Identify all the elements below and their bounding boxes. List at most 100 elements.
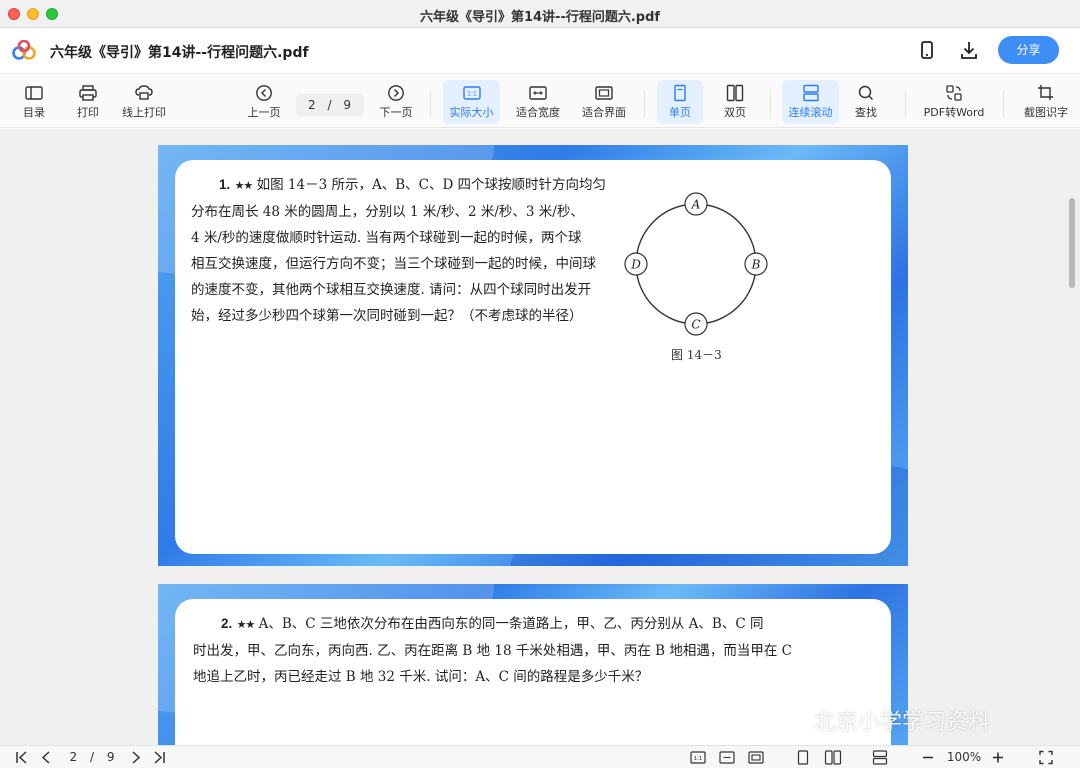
screenshot-ocr-button[interactable]: 截图识字: [1016, 80, 1076, 124]
search-icon: [858, 85, 874, 101]
single-page-icon: [674, 84, 686, 102]
toc-button[interactable]: 目录: [14, 80, 54, 124]
fullscreen-button[interactable]: [1038, 749, 1054, 766]
difficulty-stars: ★★: [234, 179, 254, 192]
document-name: 六年级《导引》第14讲--行程问题六.pdf: [50, 45, 309, 61]
fit-width-small-button[interactable]: [718, 749, 736, 766]
title-bar: 六年级《导引》第14讲--行程问题六.pdf: [0, 0, 1080, 28]
bottom-total-pages: 9: [106, 750, 115, 764]
prev-page-label: 上一页: [247, 106, 281, 119]
chevron-right-icon: [132, 751, 141, 764]
find-button[interactable]: 查找: [848, 80, 884, 124]
single-page-button[interactable]: 单页: [657, 80, 703, 124]
continuous-scroll-icon: [802, 84, 819, 102]
watermark-text: 北京小学学习资料: [814, 710, 991, 735]
single-page-icon: [797, 750, 809, 765]
print-button[interactable]: 打印: [68, 80, 108, 124]
continuous-scroll-label: 连续滚动: [788, 106, 833, 119]
question-line: 地追上乙时，丙已经走过 B 地 32 千米. 试问：A、C 间的路程是多少千米？: [193, 669, 649, 685]
toc-icon: [25, 86, 43, 100]
fit-page-icon: [748, 751, 764, 764]
next-page-small-button[interactable]: [128, 749, 144, 766]
page-separator: /: [327, 98, 333, 112]
prev-page-button[interactable]: 上一页: [243, 80, 285, 124]
double-page-label: 双页: [724, 106, 746, 119]
bottom-bar: 2 / 9 1:1 100%: [0, 745, 1080, 768]
fit-page-icon: [595, 86, 613, 100]
toolbar-divider: [770, 90, 771, 118]
next-page-label: 下一页: [379, 106, 413, 119]
minus-icon: [923, 756, 933, 759]
double-page-button[interactable]: 双页: [713, 80, 757, 124]
zoom-in-button[interactable]: [991, 749, 1005, 766]
total-page-count: 9: [343, 98, 352, 112]
pdf-to-word-button[interactable]: PDF转Word: [918, 80, 990, 124]
cloud-print-icon: [135, 85, 153, 100]
continuous-scroll-icon: [872, 750, 888, 765]
last-page-button[interactable]: [151, 749, 167, 766]
first-page-icon: [16, 751, 27, 764]
toolbar-divider: [1003, 90, 1004, 118]
single-page-label: 单页: [669, 106, 691, 119]
first-page-button[interactable]: [14, 749, 30, 766]
actual-size-label: 实际大小: [449, 106, 494, 119]
actual-size-button[interactable]: 1:1 实际大小: [443, 80, 500, 124]
online-print-button[interactable]: 线上打印: [118, 80, 170, 124]
fit-page-label: 适合界面: [582, 106, 626, 119]
bottom-page-separator: /: [89, 750, 95, 764]
ball-label-b: B: [751, 258, 761, 272]
fit-page-small-button[interactable]: [747, 749, 765, 766]
question-line: 始，经过多少秒四个球第一次同时碰到一起？（不考虑球的半径）: [191, 308, 583, 324]
plus-icon: [993, 752, 1003, 763]
figure-caption: 图 14－3: [671, 348, 722, 362]
question-line: A、B、C 三地依次分布在由西向东的同一条道路上，甲、乙、丙分别从 A、B、C …: [258, 616, 764, 632]
mobile-phone-icon[interactable]: [916, 39, 938, 61]
wechat-icon: [781, 712, 808, 734]
printer-icon: [79, 85, 97, 101]
fit-page-button[interactable]: 适合界面: [576, 80, 632, 124]
download-icon[interactable]: [958, 39, 980, 61]
pdf-page: 1. ★★ 如图 14－3 所示，A、B、C、D 四个球按顺时针方向均匀 分布在…: [158, 145, 908, 566]
toolbar: 目录 打印 线上打印 上一页 2 / 9 下一页 1:1 实际大小 适合宽度 适…: [0, 74, 1080, 128]
prev-page-small-button[interactable]: [38, 749, 54, 766]
question-text: 2. ★★ A、B、C 三地依次分布在由西向东的同一条道路上，甲、乙、丙分别从 …: [193, 611, 819, 690]
actual-size-icon: 1:1: [690, 751, 706, 764]
fit-width-icon: [529, 86, 547, 100]
question-number: 1.: [219, 177, 231, 192]
question-card: 1. ★★ 如图 14－3 所示，A、B、C、D 四个球按顺时针方向均匀 分布在…: [175, 160, 891, 554]
share-button[interactable]: 分享: [998, 36, 1059, 64]
zoom-out-button[interactable]: [921, 749, 935, 766]
chevron-left-circle-icon: [256, 85, 272, 101]
current-page-number: 2: [308, 98, 317, 112]
question-line: 4 米/秒的速度做顺时针运动. 当有两个球碰到一起的时候，两个球: [191, 230, 582, 246]
double-page-small-button[interactable]: [823, 749, 843, 766]
print-label: 打印: [77, 106, 99, 119]
toolbar-divider: [644, 90, 645, 118]
page-number-input[interactable]: 2 / 9: [296, 94, 364, 116]
fit-width-button[interactable]: 适合宽度: [510, 80, 566, 124]
zoom-level[interactable]: 100%: [943, 749, 985, 766]
toolbar-divider: [905, 90, 906, 118]
last-page-icon: [154, 751, 165, 764]
question-line: 时出发，甲、乙向东，丙向西. 乙、丙在距离 B 地 18 千米处相遇，甲、丙在 …: [193, 643, 792, 659]
actual-size-icon: 1:1: [462, 86, 481, 100]
find-label: 查找: [855, 106, 877, 119]
question-line: 的速度不变，其他两个球相互交换速度. 请问：从四个球同时出发开: [191, 282, 592, 298]
vertical-scrollbar[interactable]: [1069, 198, 1075, 288]
fullscreen-icon: [1039, 750, 1053, 765]
continuous-scroll-button[interactable]: 连续滚动: [782, 80, 839, 124]
toc-label: 目录: [23, 106, 45, 119]
ball-label-a: A: [691, 198, 701, 212]
svg-text:1:1: 1:1: [467, 91, 477, 98]
next-page-button[interactable]: 下一页: [375, 80, 417, 124]
actual-size-small-button[interactable]: 1:1: [689, 749, 707, 766]
single-page-small-button[interactable]: [794, 749, 812, 766]
question-line: 分布在周长 48 米的圆周上，分别以 1 米/秒、2 米/秒、3 米/秒、: [191, 204, 584, 220]
bottom-page-indicator[interactable]: 2 / 9: [62, 749, 122, 766]
svg-text:1:1: 1:1: [694, 756, 703, 762]
app-header: 六年级《导引》第14讲--行程问题六.pdf 分享: [0, 28, 1080, 74]
watermark: 北京小学学习资料: [780, 704, 990, 736]
circle-figure: A B C D: [624, 192, 768, 336]
continuous-scroll-small-button[interactable]: [871, 749, 889, 766]
document-viewer[interactable]: 1. ★★ 如图 14－3 所示，A、B、C、D 四个球按顺时针方向均匀 分布在…: [0, 129, 1080, 745]
